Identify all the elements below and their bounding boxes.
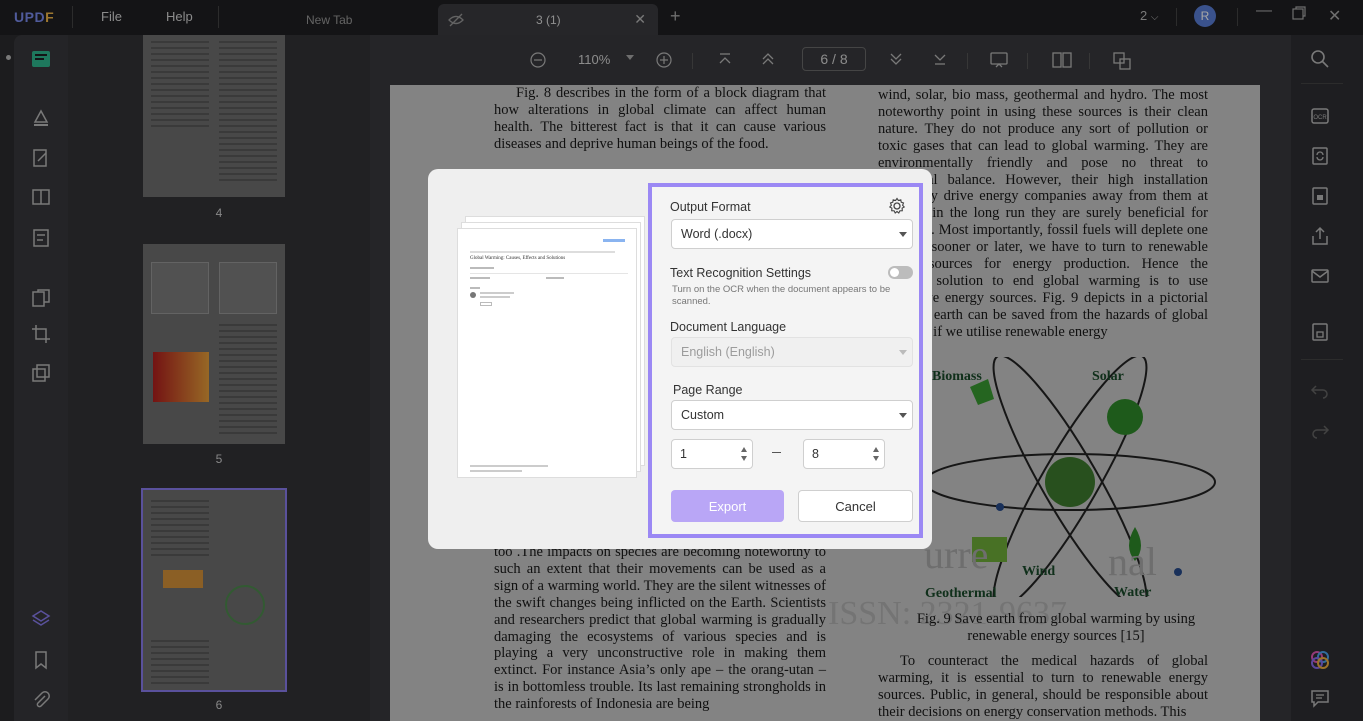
export-dialog: Global Warming: Causes, Effects and Solu… bbox=[428, 169, 932, 549]
export-settings-panel: Output Format Word (.docx) Text Recognit… bbox=[648, 183, 923, 538]
spin-up-icon[interactable] bbox=[741, 447, 747, 452]
ocr-settings-label: Text Recognition Settings bbox=[670, 266, 812, 280]
spin-down-icon[interactable] bbox=[741, 456, 747, 461]
page-range-from-input[interactable]: 1 bbox=[671, 439, 753, 469]
document-language-label: Document Language bbox=[670, 320, 787, 334]
export-button[interactable]: Export bbox=[671, 490, 784, 522]
ocr-hint-text: Turn on the OCR when the document appear… bbox=[672, 284, 891, 307]
page-range-select[interactable]: Custom bbox=[671, 400, 913, 430]
range-dash bbox=[772, 452, 781, 453]
chevron-down-icon bbox=[899, 232, 907, 237]
chevron-down-icon bbox=[899, 413, 907, 418]
document-language-select: English (English) bbox=[671, 337, 913, 367]
ocr-toggle[interactable] bbox=[888, 266, 913, 279]
cancel-button[interactable]: Cancel bbox=[798, 490, 913, 522]
gear-icon[interactable] bbox=[888, 197, 906, 215]
preview-doc-title: Global Warming: Causes, Effects and Solu… bbox=[470, 256, 566, 261]
output-format-select[interactable]: Word (.docx) bbox=[671, 219, 913, 249]
output-format-label: Output Format bbox=[670, 200, 751, 214]
spin-up-icon[interactable] bbox=[873, 447, 879, 452]
chevron-down-icon bbox=[899, 350, 907, 355]
page-range-label: Page Range bbox=[673, 383, 743, 397]
document-preview: Global Warming: Causes, Effects and Solu… bbox=[458, 229, 636, 477]
spin-down-icon[interactable] bbox=[873, 456, 879, 461]
page-range-to-input[interactable]: 8 bbox=[803, 439, 885, 469]
